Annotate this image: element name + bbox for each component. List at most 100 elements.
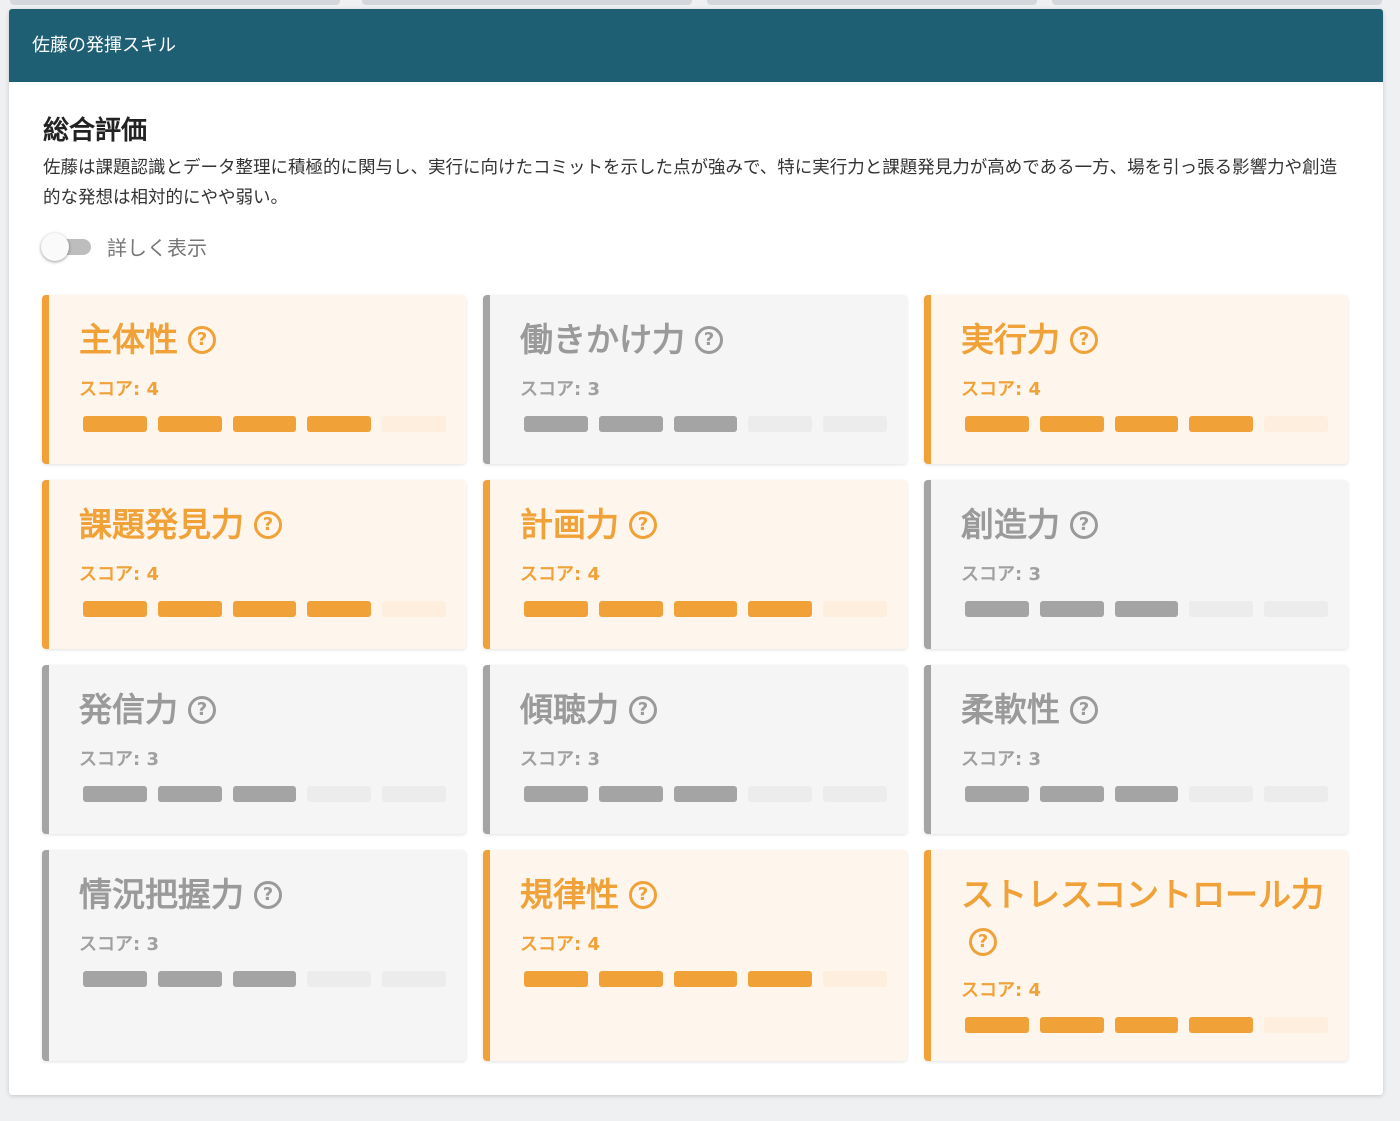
toggle-label: 詳しく表示 [107,236,207,260]
skill-name: 働きかけ力 [520,320,685,359]
panel-title: 佐藤の発揮スキル [32,35,176,56]
score-segment-filled [232,786,297,802]
skill-score: スコア: 4 [79,564,159,585]
score-segment-empty [823,416,887,432]
score-segment-empty [1264,1017,1328,1033]
skill-card: 働きかけ力? スコア: 3 [483,295,907,464]
help-icon[interactable]: ? [629,880,657,909]
skill-name: 計画力 [520,505,619,544]
score-segment-empty [307,971,372,987]
score-segment-filled [157,416,222,432]
skill-card: ストレスコントロール力? スコア: 4 [924,850,1348,1061]
score-segment-empty [823,971,887,987]
score-segment-empty [823,601,887,617]
score-segment-filled [748,971,813,987]
skill-score: スコア: 3 [79,934,159,955]
skill-name: 課題発見力 [79,505,244,544]
help-icon[interactable]: ? [695,325,723,354]
score-segment-filled [1114,601,1179,617]
tab-hint[interactable] [10,0,340,5]
score-segment-empty [382,601,446,617]
skill-name: 規律性 [520,875,619,914]
skill-card: 傾聴力? スコア: 3 [483,665,907,834]
skill-title: 計画力? [520,502,887,548]
summary-text: 佐藤は課題認識とデータ整理に積極的に関与し、実行に向けたコミットを示した点が強み… [43,158,1338,208]
score-segment-empty [748,786,813,802]
help-icon[interactable]: ? [1070,695,1098,724]
score-segment-filled [83,971,147,987]
help-icon[interactable]: ? [254,510,282,539]
score-bar [79,786,446,802]
score-segment-empty [307,786,372,802]
help-icon[interactable]: ? [254,880,282,909]
skill-title: 創造力? [961,502,1328,548]
help-icon[interactable]: ? [629,695,657,724]
score-segment-empty [823,786,887,802]
help-icon[interactable]: ? [188,695,216,724]
score-segment-filled [524,416,588,432]
score-bar [961,416,1328,432]
skill-title: 課題発見力? [79,502,446,548]
summary-title: 総合評価 [43,116,148,146]
score-bar [79,601,446,617]
skill-card: 課題発見力? スコア: 4 [42,480,466,649]
score-segment-filled [524,786,588,802]
score-segment-filled [1114,786,1179,802]
skill-card: 柔軟性? スコア: 3 [924,665,1348,834]
help-icon[interactable]: ? [629,510,657,539]
score-bar [520,971,887,987]
help-icon[interactable]: ? [969,927,997,956]
score-segment-filled [965,416,1029,432]
skill-card: 創造力? スコア: 3 [924,480,1348,649]
skill-name: 柔軟性 [961,690,1060,729]
score-segment-filled [598,601,663,617]
top-tab-strip [10,0,1382,8]
skill-card: 主体性? スコア: 4 [42,295,466,464]
score-bar [79,971,446,987]
score-segment-filled [673,601,738,617]
skills-panel: 佐藤の発揮スキル 総合評価 佐藤は課題認識とデータ整理に積極的に関与し、実行に向… [9,9,1383,1095]
skill-score: スコア: 3 [79,749,159,770]
skill-score: スコア: 4 [961,379,1041,400]
tab-hint[interactable] [1052,0,1382,5]
detail-toggle[interactable]: 詳しく表示 [39,230,339,261]
score-bar [520,416,887,432]
skill-grid: 主体性? スコア: 4 働きかけ力? スコア: 3 実行力? スコア: 4 課題発見力? スコ… [42,295,1348,1061]
score-segment-empty [1189,786,1254,802]
score-bar [961,1017,1328,1033]
score-segment-filled [1039,786,1104,802]
tab-hint[interactable] [707,0,1037,5]
score-bar [961,786,1328,802]
score-bar [520,601,887,617]
score-segment-filled [1039,1017,1104,1033]
score-segment-filled [673,971,738,987]
skill-name: 情況把握力 [79,875,244,914]
skill-title: 傾聴力? [520,687,887,733]
skill-score: スコア: 3 [520,379,600,400]
help-icon[interactable]: ? [1070,510,1098,539]
score-segment-filled [1189,416,1254,432]
skill-card: 情況把握力? スコア: 3 [42,850,466,1061]
score-segment-filled [673,786,738,802]
help-icon[interactable]: ? [188,325,216,354]
score-segment-empty [1189,601,1254,617]
skill-title: 主体性? [79,317,446,363]
panel-header: 佐藤の発揮スキル [9,9,1383,82]
score-segment-filled [965,601,1029,617]
skill-score: スコア: 4 [520,934,600,955]
score-bar [79,416,446,432]
score-bar [520,786,887,802]
score-segment-filled [157,971,222,987]
score-segment-filled [673,416,738,432]
help-icon[interactable]: ? [1070,325,1098,354]
tab-hint[interactable] [362,0,692,5]
score-segment-filled [232,416,297,432]
skill-title: 働きかけ力? [520,317,887,363]
skill-title: 実行力? [961,317,1328,363]
toggle-knob[interactable] [41,233,69,261]
score-segment-filled [157,786,222,802]
skill-name: 傾聴力 [520,690,619,729]
skill-name: 発信力 [79,690,178,729]
score-segment-filled [83,601,147,617]
score-segment-empty [382,786,446,802]
